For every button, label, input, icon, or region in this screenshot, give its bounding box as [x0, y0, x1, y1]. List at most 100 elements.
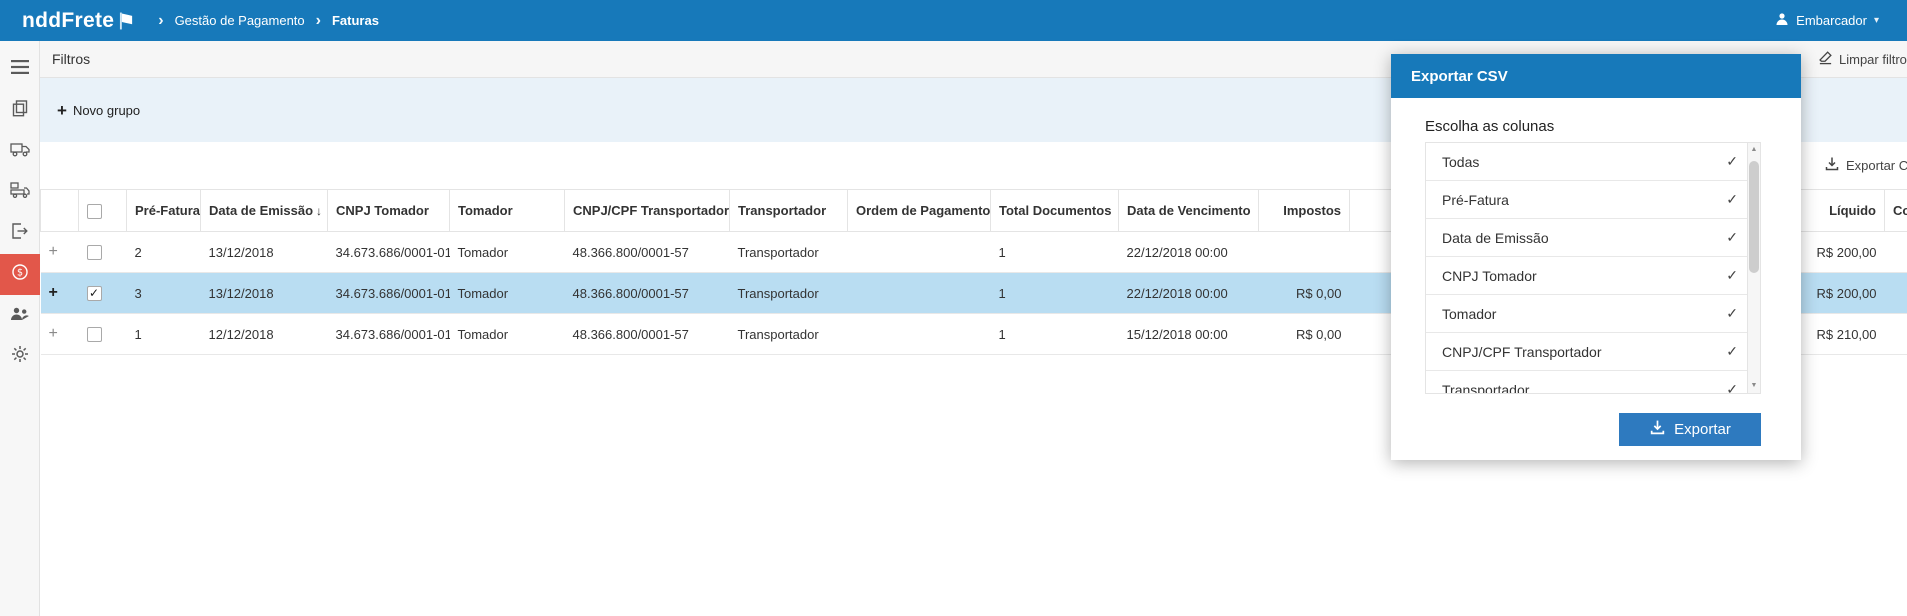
cell-pre-fatura: 2 — [134, 244, 142, 260]
scroll-down-icon[interactable]: ▼ — [1748, 379, 1760, 393]
cell-liquido: R$ 200,00 — [1816, 244, 1877, 260]
cell-impostos: R$ 0,00 — [1295, 326, 1342, 342]
cell-pre-fatura: 3 — [134, 285, 142, 301]
row-checkbox[interactable] — [86, 327, 102, 343]
export-csv-button[interactable]: Exportar CSV — [1824, 142, 1907, 189]
list-scrollbar[interactable]: ▲ ▼ — [1747, 143, 1760, 393]
export-csv-modal: Exportar CSV Escolha as colunas Todas ✓ … — [1391, 54, 1801, 460]
sidebar-item-payments-active[interactable]: $ — [0, 254, 40, 295]
clear-filter-button[interactable]: Limpar filtro — [1818, 41, 1907, 77]
sidebar: $ — [0, 41, 40, 616]
cell-total-documentos: 1 — [998, 326, 1006, 342]
sidebar-item-freight[interactable] — [0, 131, 39, 172]
expand-row-icon[interactable]: + — [49, 284, 58, 301]
column-option-todas[interactable]: Todas ✓ — [1426, 143, 1748, 181]
column-header-data-emissao[interactable]: Data de Emissão ↓ — [200, 189, 328, 232]
cell-data-vencimento: 22/12/2018 00:00 — [1126, 285, 1228, 301]
topbar: nddFrete › Gestão de Pagamento › Faturas… — [0, 0, 1907, 41]
export-csv-label: Exportar CSV — [1846, 158, 1907, 173]
check-icon: ✓ — [1726, 153, 1738, 169]
new-group-label: Novo grupo — [72, 102, 141, 118]
new-group-button[interactable]: + Novo grupo — [57, 102, 140, 119]
user-icon — [1775, 12, 1789, 29]
cell-pre-fatura: 1 — [134, 326, 142, 342]
cell-cnpj-cpf-transportador: 48.366.800/0001-57 — [572, 285, 689, 301]
column-option-transportador[interactable]: Transportador ✓ — [1426, 371, 1748, 393]
user-menu[interactable]: Embarcador ▾ — [1775, 12, 1879, 29]
column-header-tomador[interactable]: Tomador — [449, 189, 565, 232]
filters-title: Filtros — [52, 51, 91, 67]
cell-transportador: Transportador — [737, 244, 819, 260]
select-all-header[interactable] — [78, 189, 127, 232]
column-header-pre-fatura[interactable]: Pré-Fatura — [126, 189, 201, 232]
clear-filter-label: Limpar filtro — [1839, 51, 1907, 67]
column-option-cnpj-cpf-transportador[interactable]: CNPJ/CPF Transportador ✓ — [1426, 333, 1748, 371]
cell-tomador: Tomador — [457, 285, 509, 301]
nddfrete-flag-icon — [119, 12, 134, 30]
export-button-label: Exportar — [1674, 421, 1731, 438]
sidebar-item-settings[interactable] — [0, 336, 39, 377]
cell-total-documentos: 1 — [998, 285, 1006, 301]
cell-data-emissao: 13/12/2018 — [208, 244, 274, 260]
scrollbar-thumb[interactable] — [1749, 161, 1759, 273]
modal-title: Exportar CSV — [1411, 67, 1508, 85]
select-all-checkbox[interactable] — [87, 203, 102, 219]
expand-row-icon[interactable]: + — [49, 243, 58, 260]
cell-data-vencimento: 15/12/2018 00:00 — [1126, 326, 1228, 342]
cell-data-vencimento: 22/12/2018 00:00 — [1126, 244, 1228, 260]
truck-icon — [9, 142, 30, 162]
cell-total-documentos: 1 — [998, 244, 1006, 260]
expand-row-icon[interactable]: + — [49, 325, 58, 342]
svg-text:$: $ — [17, 268, 23, 279]
check-icon: ✓ — [1726, 305, 1738, 321]
column-header-data-vencimento[interactable]: Data de Vencimento — [1118, 189, 1259, 232]
modal-subtitle: Escolha as colunas — [1425, 118, 1555, 135]
column-option-tomador[interactable]: Tomador ✓ — [1426, 295, 1748, 333]
cell-liquido: R$ 200,00 — [1816, 285, 1877, 301]
scroll-up-icon[interactable]: ▲ — [1748, 143, 1760, 157]
cell-cnpj-cpf-transportador: 48.366.800/0001-57 — [572, 244, 689, 260]
row-checkbox-checked[interactable]: ✓ — [86, 286, 102, 302]
gear-icon — [11, 345, 29, 368]
column-header-transportador[interactable]: Transportador — [729, 189, 848, 232]
plus-icon: + — [57, 100, 67, 120]
app-logo[interactable]: nddFrete — [22, 9, 114, 33]
column-header-cnpj-tomador[interactable]: CNPJ Tomador — [327, 189, 450, 232]
truck-cargo-icon — [9, 182, 30, 203]
cell-impostos: R$ 0,00 — [1295, 285, 1342, 301]
cell-liquido: R$ 210,00 — [1816, 326, 1877, 342]
breadcrumb-chevron-icon: › — [158, 11, 164, 29]
check-icon: ✓ — [1726, 267, 1738, 283]
export-button[interactable]: Exportar — [1619, 413, 1761, 446]
sidebar-item-menu[interactable] — [0, 49, 39, 90]
column-header-impostos[interactable]: Impostos — [1258, 189, 1350, 232]
column-header-ordem-pagamento[interactable]: Ordem de Pagamento — [847, 189, 991, 232]
check-icon: ✓ — [1726, 191, 1738, 207]
column-option-data-emissao[interactable]: Data de Emissão ✓ — [1426, 219, 1748, 257]
column-header-total-documentos[interactable]: Total Documentos — [990, 189, 1119, 232]
column-header-cnpj-cpf-transportador[interactable]: CNPJ/CPF Transportador — [564, 189, 730, 232]
cell-transportador: Transportador — [737, 285, 819, 301]
cell-cnpj-tomador: 34.673.686/0001-01 — [335, 244, 450, 260]
column-options-list: Todas ✓ Pré-Fatura ✓ Data de Emissão ✓ C… — [1425, 142, 1761, 394]
sidebar-item-documents[interactable] — [0, 90, 39, 131]
sidebar-item-export[interactable] — [0, 213, 39, 254]
download-icon — [1824, 156, 1840, 175]
cell-cnpj-tomador: 34.673.686/0001-01 — [335, 285, 450, 301]
eraser-icon — [1818, 50, 1833, 68]
row-checkbox[interactable] — [86, 245, 102, 261]
documents-copy-icon — [12, 99, 28, 122]
breadcrumb: › Gestão de Pagamento › Faturas — [158, 11, 379, 29]
breadcrumb-faturas[interactable]: Faturas — [332, 13, 379, 28]
column-header-liquido[interactable]: Líquido — [1789, 189, 1885, 232]
sidebar-item-delivery[interactable] — [0, 172, 39, 213]
breadcrumb-gestao-pagamento[interactable]: Gestão de Pagamento — [175, 13, 305, 28]
check-icon: ✓ — [1726, 229, 1738, 245]
sort-desc-icon: ↓ — [316, 204, 323, 218]
column-header-cobranca[interactable]: Cobra — [1884, 189, 1907, 232]
column-option-cnpj-tomador[interactable]: CNPJ Tomador ✓ — [1426, 257, 1748, 295]
sidebar-item-users[interactable] — [0, 295, 39, 336]
cell-tomador: Tomador — [457, 326, 509, 342]
expand-column-header — [40, 189, 79, 232]
column-option-pre-fatura[interactable]: Pré-Fatura ✓ — [1426, 181, 1748, 219]
